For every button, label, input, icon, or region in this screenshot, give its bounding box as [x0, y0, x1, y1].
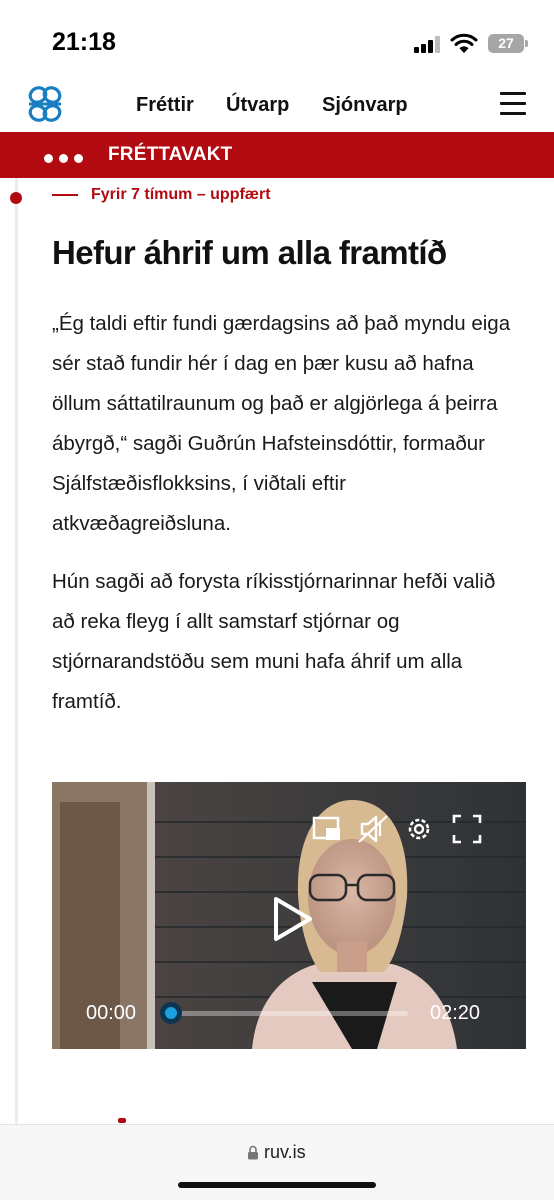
- status-bar: 21:18 27: [0, 0, 554, 80]
- timeline-dot: [10, 192, 22, 204]
- fullscreen-icon[interactable]: [450, 812, 484, 846]
- nav-frettir[interactable]: Fréttir: [136, 94, 194, 117]
- entry-paragraph-2: Hún sagði að forysta ríkisstjórnarinnar …: [52, 570, 496, 713]
- video-current-time: 00:00: [86, 1002, 137, 1024]
- pip-icon[interactable]: [310, 812, 344, 846]
- status-time: 21:18: [52, 28, 116, 56]
- timeline-next-marker: [118, 1118, 126, 1123]
- home-indicator[interactable]: [178, 1182, 376, 1188]
- entry-timestamp: Fyrir 7 tímum – uppfært: [52, 186, 271, 208]
- lock-icon: [248, 1145, 258, 1160]
- entry-timestamp-text: Fyrir 7 tímum – uppfært: [91, 186, 271, 203]
- video-progress-bar[interactable]: [170, 1011, 408, 1016]
- settings-icon[interactable]: [402, 812, 436, 846]
- battery-indicator: 27: [488, 34, 524, 53]
- timeline-line: [15, 178, 18, 1128]
- url-text[interactable]: ruv.is: [264, 1142, 306, 1163]
- audio-description-icon[interactable]: [356, 812, 390, 846]
- live-banner-label: FRÉTTAVAKT: [108, 144, 233, 165]
- video-scrubber-handle[interactable]: [160, 1002, 182, 1024]
- battery-cap: [525, 40, 528, 47]
- nav-sjonvarp[interactable]: Sjónvarp: [322, 94, 408, 117]
- hamburger-menu-icon[interactable]: [500, 92, 526, 116]
- nav-utvarp[interactable]: Útvarp: [226, 94, 289, 117]
- wifi-icon: [450, 33, 478, 53]
- cellular-signal-icon: [414, 36, 440, 53]
- site-header: Fréttir Útvarp Sjónvarp: [0, 80, 554, 132]
- entry-paragraph-1: „Ég taldi eftir fundi gærdagsins að það …: [52, 312, 511, 535]
- video-player[interactable]: 00:00 02:20: [52, 782, 526, 1049]
- live-banner[interactable]: FRÉTTAVAKT: [0, 132, 554, 178]
- ruv-logo-icon[interactable]: [26, 84, 64, 124]
- live-dots-icon: [44, 150, 89, 163]
- entry-title: Hefur áhrif um alla framtíð: [52, 234, 447, 271]
- play-icon[interactable]: [270, 895, 314, 943]
- meta-divider: [52, 194, 78, 196]
- video-duration: 02:20: [430, 1002, 481, 1024]
- browser-url-bar[interactable]: ruv.is: [0, 1124, 554, 1200]
